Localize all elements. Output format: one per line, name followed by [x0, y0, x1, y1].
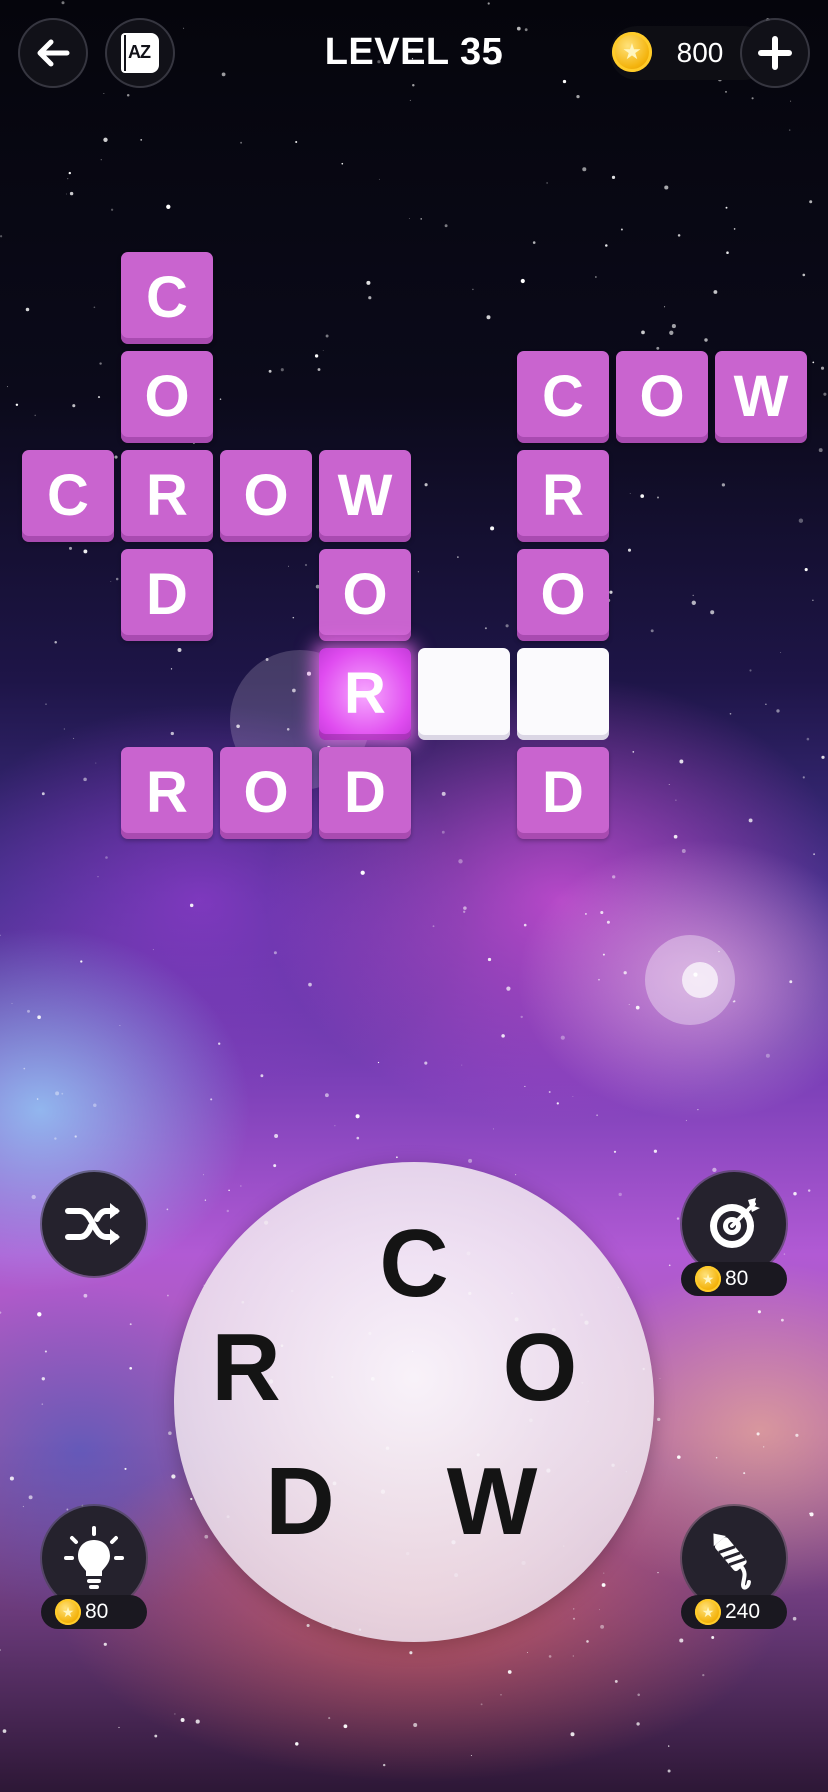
- letter-tile: R: [319, 648, 411, 740]
- back-button[interactable]: [20, 20, 86, 86]
- letter-tile: R: [121, 747, 213, 839]
- letter-tile: C: [22, 450, 114, 542]
- coin-icon: ★: [55, 1599, 81, 1625]
- wheel-letter[interactable]: C: [364, 1214, 464, 1314]
- rocket-cost-value: 240: [725, 1600, 761, 1623]
- letter-tile: D: [517, 747, 609, 839]
- shuffle-icon: [65, 1203, 120, 1245]
- letter-tile: R: [517, 450, 609, 542]
- letter-tile: O: [319, 549, 411, 641]
- letter-tile: C: [121, 252, 213, 344]
- shuffle-button[interactable]: [42, 1172, 146, 1276]
- target-icon: [710, 1198, 760, 1248]
- hint-cost-value: 80: [85, 1600, 109, 1623]
- empty-letter-tile: [517, 648, 609, 740]
- letter-tile: O: [517, 549, 609, 641]
- letter-wheel[interactable]: COWDR: [174, 1162, 654, 1642]
- letter-tile: W: [715, 351, 807, 443]
- wheel-letter[interactable]: W: [442, 1452, 542, 1552]
- wheel-letter[interactable]: O: [490, 1318, 590, 1418]
- plus-icon: [758, 36, 792, 70]
- target-cost: ★ 80: [681, 1262, 787, 1296]
- letter-tile: C: [517, 351, 609, 443]
- letter-tile: D: [319, 747, 411, 839]
- letter-tile: O: [220, 747, 312, 839]
- coin-icon: ★: [612, 32, 652, 72]
- letter-tile: O: [220, 450, 312, 542]
- coin-icon: ★: [695, 1266, 721, 1292]
- target-button[interactable]: [682, 1172, 786, 1276]
- level-title: LEVEL 35: [324, 31, 504, 73]
- letter-tile: R: [121, 450, 213, 542]
- hint-cost: ★ 80: [41, 1595, 147, 1629]
- game-screen: AZ LEVEL 35 ★ 800 COCOWCROWRDOORRODD ★ 8…: [0, 0, 828, 1792]
- letter-tile: O: [121, 351, 213, 443]
- target-cost-value: 80: [725, 1267, 749, 1290]
- add-coins-button[interactable]: [742, 20, 808, 86]
- dictionary-button[interactable]: AZ: [107, 20, 173, 86]
- dictionary-icon-label: AZ: [128, 42, 151, 62]
- rocket-icon: [713, 1533, 751, 1590]
- letter-tile: D: [121, 549, 213, 641]
- arrow-left-icon: [37, 39, 70, 67]
- wheel-letter[interactable]: D: [250, 1452, 350, 1552]
- rocket-cost: ★ 240: [681, 1595, 787, 1629]
- wheel-letter[interactable]: R: [196, 1318, 296, 1418]
- letter-tile: O: [616, 351, 708, 443]
- lightbulb-icon: [64, 1526, 124, 1589]
- dictionary-icon: AZ: [121, 33, 159, 73]
- coin-count: 800: [676, 37, 724, 68]
- coin-icon: ★: [695, 1599, 721, 1625]
- empty-letter-tile: [418, 648, 510, 740]
- letter-tile: W: [319, 450, 411, 542]
